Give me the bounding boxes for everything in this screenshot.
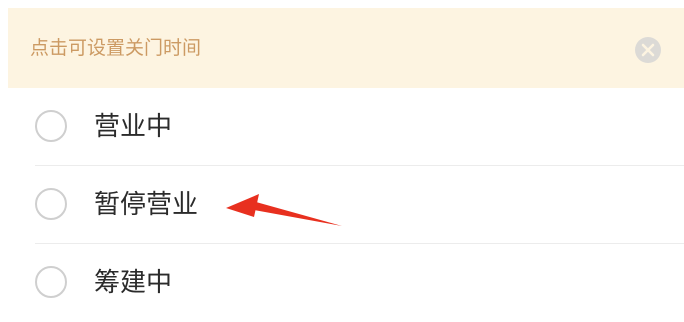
status-option-preparing[interactable]: 筹建中 <box>0 244 684 322</box>
status-option-label: 营业中 <box>94 112 173 142</box>
status-option-label: 暂停营业 <box>94 190 199 220</box>
close-circle-icon[interactable] <box>634 36 662 64</box>
status-option-label: 筹建中 <box>94 268 173 298</box>
status-option-list: 营业中 暂停营业 筹建中 <box>0 88 684 322</box>
radio-button[interactable] <box>35 110 67 142</box>
radio-button[interactable] <box>35 266 67 298</box>
radio-button[interactable] <box>35 188 67 220</box>
status-option-open[interactable]: 营业中 <box>0 88 684 166</box>
notice-bar: 点击可设置关门时间 <box>8 8 684 88</box>
notice-text: 点击可设置关门时间 <box>30 37 202 59</box>
status-option-paused[interactable]: 暂停营业 <box>0 166 684 244</box>
